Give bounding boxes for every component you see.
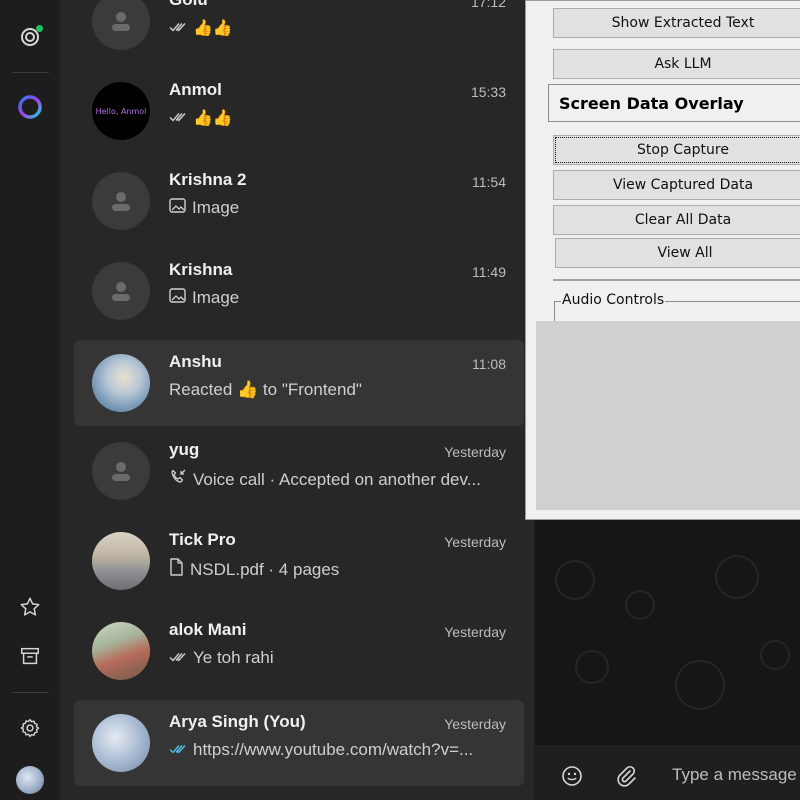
avatar	[92, 622, 150, 680]
chat-row[interactable]: Tick Pro Yesterday NSDL.pdf · 4 pages	[74, 518, 524, 604]
chat-preview: Voice call · Accepted on another dev...	[169, 468, 509, 491]
chat-preview: Reacted 👍 to "Frontend"	[169, 380, 509, 400]
default-avatar-icon	[92, 0, 150, 50]
avatar: Hello, Anmol	[92, 82, 150, 140]
chat-preview: https://www.youtube.com/watch?v=...	[169, 740, 509, 760]
meta-ai-icon	[17, 94, 43, 125]
chat-name: Tick Pro	[169, 530, 236, 549]
ask-llm-button[interactable]: Ask LLM	[553, 49, 800, 79]
message-input[interactable]: Type a message	[672, 765, 797, 785]
avatar	[92, 532, 150, 590]
preview-text: Voice call · Accepted on another dev...	[193, 469, 481, 489]
wallpaper-doodle	[760, 640, 790, 670]
gear-icon	[19, 717, 41, 744]
chat-time: 17:12	[470, 0, 506, 10]
chat-list: Golu 17:12 👍👍 Hello, Anmol Anmol 15:33 👍…	[62, 0, 534, 800]
chat-name: Anshu	[169, 352, 222, 371]
chat-row[interactable]: Hello, Anmol Anmol 15:33 👍👍	[74, 68, 524, 154]
preview-text: https://www.youtube.com/watch?v=...	[193, 740, 474, 759]
chat-name: alok Mani	[169, 620, 247, 639]
chat-row[interactable]: Golu 17:12 👍👍	[74, 0, 524, 64]
chat-preview: Image	[169, 198, 509, 218]
chat-preview: NSDL.pdf · 4 pages	[169, 558, 509, 581]
wallpaper-doodle	[715, 555, 759, 599]
default-avatar-icon	[92, 262, 150, 320]
view-captured-data-button[interactable]: View Captured Data	[553, 170, 800, 200]
avatar-text: Hello, Anmol	[95, 106, 147, 116]
chat-name: Krishna	[169, 260, 233, 279]
preview-text: 👍👍	[193, 110, 233, 127]
image-icon	[169, 198, 186, 218]
chat-row[interactable]: alok Mani Yesterday Ye toh rahi	[74, 608, 524, 694]
double-tick-icon	[169, 18, 187, 38]
double-tick-icon	[169, 108, 187, 128]
status-unread-dot	[36, 25, 43, 32]
archived-button[interactable]	[14, 642, 46, 674]
avatar	[16, 766, 44, 794]
starred-button[interactable]	[14, 593, 46, 625]
chat-preview: 👍👍	[169, 18, 509, 38]
preview-text: 👍👍	[193, 20, 233, 37]
chat-row[interactable]: yug Yesterday Voice call · Accepted on a…	[74, 428, 524, 514]
chat-time: Yesterday	[444, 624, 506, 640]
clear-all-data-button[interactable]: Clear All Data	[553, 205, 800, 235]
wallpaper-doodle	[625, 590, 655, 620]
chat-row[interactable]: Krishna 2 11:54 Image	[74, 158, 524, 244]
double-tick-icon	[169, 648, 187, 668]
wallpaper-doodle	[575, 650, 609, 684]
emoji-icon[interactable]	[561, 765, 583, 792]
document-icon	[169, 558, 184, 581]
chat-time: Yesterday	[444, 444, 506, 460]
stop-capture-button[interactable]: Stop Capture	[553, 135, 800, 165]
incoming-call-icon	[169, 468, 187, 491]
chat-name: yug	[169, 440, 200, 459]
preview-text: NSDL.pdf · 4 pages	[190, 559, 340, 579]
navigation-rail	[0, 0, 61, 800]
chat-name: Anmol	[169, 80, 222, 99]
rail-divider	[12, 692, 49, 693]
attach-icon[interactable]	[615, 765, 637, 792]
image-icon	[169, 288, 186, 308]
preview-text: Image	[192, 198, 240, 217]
message-composer: Type a message	[535, 745, 800, 800]
wallpaper-doodle	[675, 660, 725, 710]
chat-name: Krishna 2	[169, 170, 247, 189]
show-extracted-text-button[interactable]: Show Extracted Text	[553, 8, 800, 38]
chat-preview: Image	[169, 288, 509, 308]
chat-name: Golu	[169, 0, 208, 10]
avatar	[92, 354, 150, 412]
preview-text: Image	[192, 288, 240, 307]
star-icon	[19, 596, 41, 623]
overlay-content-area	[536, 321, 800, 510]
avatar	[92, 714, 150, 772]
chat-row[interactable]: Arya Singh (You) Yesterday https://www.y…	[74, 700, 524, 786]
default-avatar-icon	[92, 442, 150, 500]
audio-controls-label: Audio Controls	[561, 292, 666, 308]
settings-button[interactable]	[14, 714, 46, 746]
double-tick-icon	[169, 740, 187, 760]
status-button[interactable]	[14, 23, 46, 55]
overlay-divider	[553, 279, 800, 281]
chat-row[interactable]: Anshu 11:08 Reacted 👍 to "Frontend"	[74, 340, 524, 426]
chat-time: 11:08	[472, 356, 506, 372]
archive-icon	[19, 645, 41, 672]
meta-ai-button[interactable]	[14, 93, 46, 125]
profile-button[interactable]	[14, 764, 46, 796]
chat-name: Arya Singh (You)	[169, 712, 306, 731]
chat-time: 11:54	[472, 174, 506, 190]
chat-row[interactable]: Krishna 11:49 Image	[74, 248, 524, 334]
default-avatar-icon	[92, 172, 150, 230]
preview-text: Reacted 👍 to "Frontend"	[169, 380, 362, 399]
chat-preview: Ye toh rahi	[169, 648, 509, 668]
view-all-button[interactable]: View All	[555, 238, 800, 268]
chat-preview: 👍👍	[169, 108, 509, 128]
rail-divider	[12, 72, 49, 73]
preview-text: Ye toh rahi	[193, 648, 274, 667]
wallpaper-doodle	[555, 560, 595, 600]
overlay-title: Screen Data Overlay	[548, 84, 800, 122]
chat-time: 15:33	[470, 84, 506, 100]
chat-time: Yesterday	[444, 716, 506, 732]
chat-time: 11:49	[472, 264, 506, 280]
chat-time: Yesterday	[444, 534, 506, 550]
